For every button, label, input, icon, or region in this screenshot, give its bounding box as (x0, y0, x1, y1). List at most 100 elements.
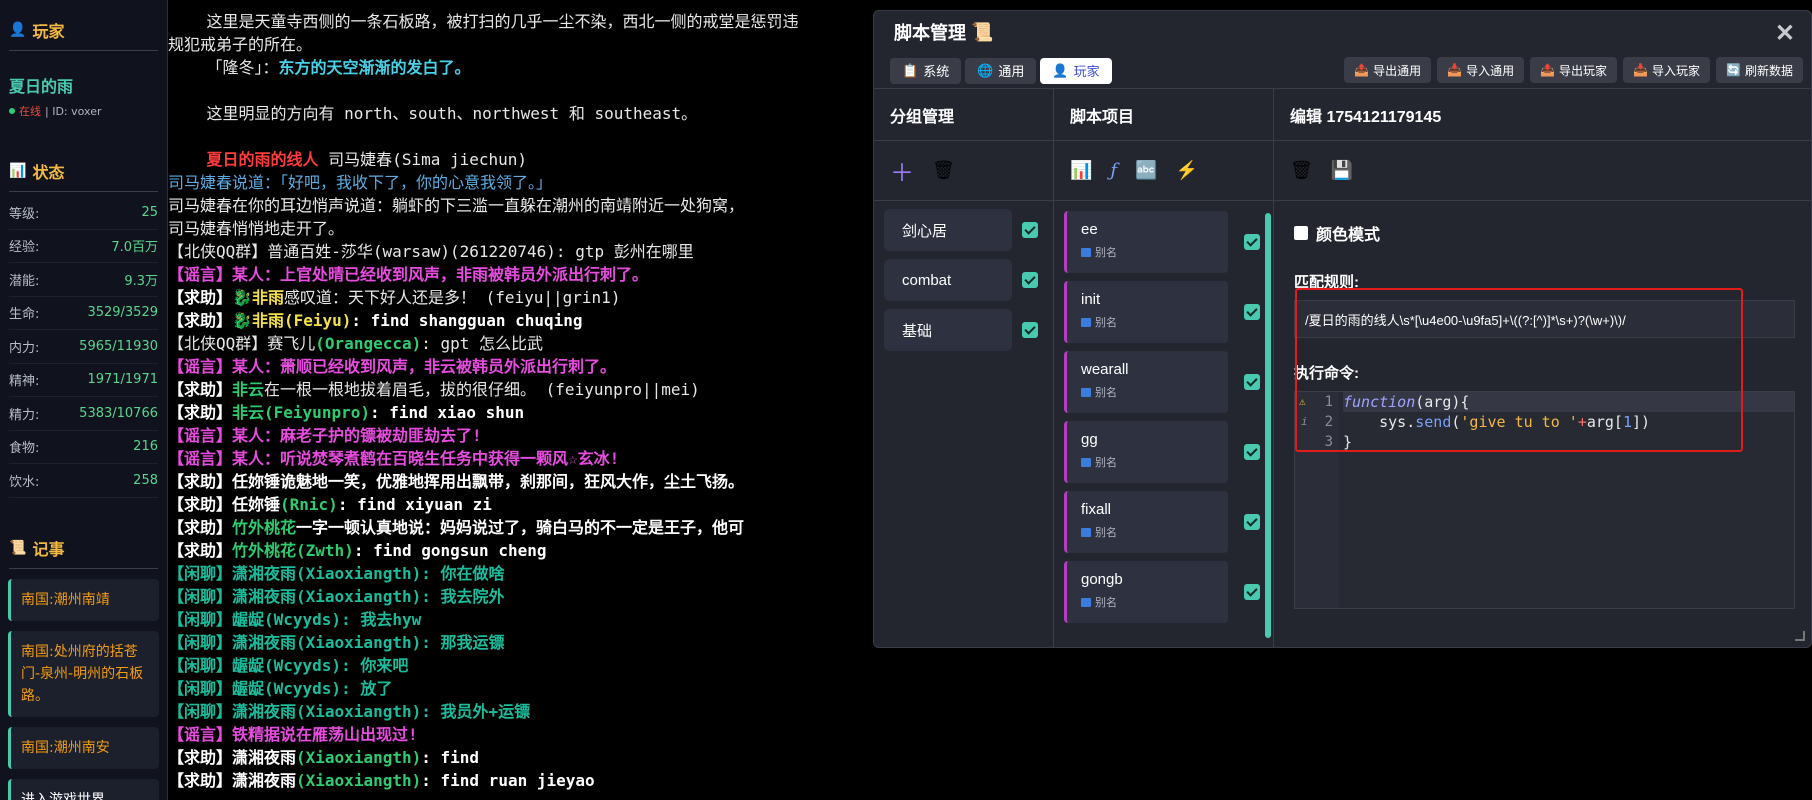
note-item[interactable]: 南国:潮州南安 (8, 726, 159, 769)
resize-handle-icon[interactable] (1795, 631, 1805, 641)
tab-player[interactable]: 👤 玩家 (1040, 57, 1112, 84)
group-checkbox[interactable] (1022, 222, 1038, 238)
terminal-text: (Xiaoxiangth) (296, 771, 422, 790)
refresh-icon: 🔄 (1726, 63, 1741, 77)
script-item-alias: 别名 (1081, 454, 1214, 470)
note-item[interactable]: 进入游戏世界 (8, 778, 159, 800)
checkbox[interactable] (1294, 226, 1308, 240)
import-common-button[interactable]: 📥 导入通用 (1437, 57, 1525, 83)
info-icon: i (1301, 415, 1308, 428)
script-checkbox[interactable] (1244, 234, 1260, 250)
script-item-name: fixall (1081, 501, 1112, 518)
code-line: function(arg){ (1343, 392, 1794, 412)
stat-label: 生命: (9, 307, 40, 323)
script-item-row: ee 别名 (1064, 211, 1273, 273)
player-section-title: 👤 玩家 (9, 0, 158, 51)
terminal-text: 这里是天童寺西侧的一条石板路，被打扫的几乎一尘不染，西北一侧的戒堂是惩罚违 (168, 12, 799, 31)
script-item-name: gongb (1081, 571, 1123, 588)
line-number: i2 (1301, 414, 1333, 430)
script-item[interactable]: gg 别名 (1064, 421, 1228, 483)
group-checkbox[interactable] (1022, 322, 1038, 338)
user-icon: 👤 (1052, 62, 1069, 78)
rule-input[interactable]: /夏日的雨的线人\s*[\u4e00-\u9fa5]+\((?:[^)]*\s+… (1294, 300, 1795, 338)
group-tools: ＋ 🗑 (874, 141, 1053, 201)
code-operator: + (1577, 413, 1587, 431)
script-item[interactable]: ee 别名 (1064, 211, 1228, 273)
terminal-text: 【求助】 (168, 541, 233, 560)
terminal-text: 【求助】 (168, 380, 233, 399)
script-checkbox[interactable] (1244, 304, 1260, 320)
note-item[interactable]: 南国:潮州南靖 (8, 578, 159, 621)
script-checkbox[interactable] (1244, 444, 1260, 460)
group-checkbox[interactable] (1022, 272, 1038, 288)
editor-tools: 🗑 💾 (1274, 141, 1811, 201)
terminal-text: 【谣言】某人：上官处晴已经收到风声，非雨被韩员外派出行刺了。 (168, 265, 649, 284)
stat-row: 饮水: 258 (9, 464, 158, 498)
color-mode-checkbox[interactable]: 颜色模式 (1294, 221, 1811, 245)
export-player-button[interactable]: 📤 导出玩家 (1530, 57, 1618, 83)
import-player-button[interactable]: 📥 导入玩家 (1623, 57, 1711, 83)
group-row: combat (884, 259, 1053, 301)
close-icon[interactable]: ✕ (1775, 19, 1795, 48)
terminal-text: 【谣言】铁精据说在雁荡山出现过! (168, 725, 418, 744)
stat-value: 258 (133, 472, 158, 488)
code-line: sys.send('give tu to '+arg[1]) (1343, 412, 1794, 432)
refresh-data-button[interactable]: 🔄 刷新数据 (1716, 57, 1803, 83)
tab-system[interactable]: 📋 系统 (890, 57, 962, 84)
terminal-line: 【闲聊】龌龊(Wcyyds): 你来吧 (168, 654, 1812, 677)
group-list: 剑心居 combat 基础 (874, 209, 1053, 351)
script-item-name: wearall (1081, 361, 1129, 378)
terminal-text: 【谣言】某人：萧顺已经收到风声，非云被韩员外派出行刺了。 (168, 357, 617, 376)
scrollbar[interactable] (1265, 213, 1271, 638)
alias-label: 别名 (1095, 527, 1117, 539)
group-button[interactable]: combat (884, 259, 1012, 301)
terminal-text: 竹外桃花 (232, 518, 297, 537)
terminal-text: 【求助】潇湘夜雨 (168, 748, 297, 767)
group-button[interactable]: 剑心居 (884, 209, 1012, 251)
save-icon[interactable]: 💾 (1331, 160, 1353, 181)
script-checkbox[interactable] (1244, 514, 1260, 530)
scroll-icon: 📜 (9, 539, 27, 556)
code-content[interactable]: function(arg){ sys.send('give tu to '+ar… (1343, 392, 1794, 452)
script-item-row: gg 别名 (1064, 421, 1273, 483)
script-item[interactable]: wearall 别名 (1064, 351, 1228, 413)
tab-common[interactable]: 🌐 通用 (965, 57, 1037, 84)
script-item-row: wearall 别名 (1064, 351, 1273, 413)
script-item[interactable]: init 别名 (1064, 281, 1228, 343)
import-icon: 📥 (1633, 63, 1649, 77)
terminal-text: 这里明显的方向有 north、south、northwest 和 southea… (168, 104, 698, 123)
terminal-text: : find (421, 748, 480, 767)
terminal-line: 【闲聊】潇湘夜雨(Xiaoxiangth): 我员外+运镖 (168, 700, 1812, 723)
line-gutter: ⚠ 1 i2 3 (1295, 392, 1339, 608)
code-text: arg[ (1586, 413, 1623, 431)
stat-value: 25 (141, 204, 158, 220)
script-item-alias: 别名 (1081, 244, 1214, 260)
script-item[interactable]: fixall 别名 (1064, 491, 1228, 553)
abc-icon (1081, 387, 1091, 397)
panel-title: 脚本管理 (894, 23, 966, 43)
lightning-icon[interactable]: ⚡ (1176, 160, 1198, 181)
trash-icon[interactable]: 🗑 (932, 160, 955, 181)
terminal-text: 感叹道：天下好人还是多！ (feiyu||grin1) (283, 288, 621, 307)
script-checkbox[interactable] (1244, 374, 1260, 390)
add-group-icon[interactable]: ＋ (890, 153, 914, 188)
code-editor[interactable]: ⚠ 1 i2 3 function(arg){ sys.send('give tu… (1294, 391, 1795, 609)
stat-row: 精力: 5383/10766 (9, 397, 158, 431)
script-checkbox[interactable] (1244, 584, 1260, 600)
terminal-line: 【谣言】铁精据说在雁荡山出现过! (168, 723, 1812, 746)
export-common-button[interactable]: 📤 导出通用 (1344, 57, 1432, 83)
terminal-text: 【闲聊】潇湘夜雨(Xiaoxiangth): 我去院外 (168, 587, 505, 606)
terminal-text: 在一根一根地拔着眉毛，拔的很仔细。 (feiyunpro||mei) (264, 380, 700, 399)
script-item[interactable]: gongb 别名 (1064, 561, 1228, 623)
abc-icon[interactable]: 🔤 (1135, 160, 1157, 181)
terminal-text: 【闲聊】龌龊(Wcyyds): 你来吧 (168, 656, 409, 675)
function-icon[interactable]: ƒ (1110, 160, 1117, 181)
script-item-alias: 别名 (1081, 524, 1214, 540)
note-item[interactable]: 南国:处州府的括苍门-泉州-明州的石板路。 (8, 630, 159, 717)
code-function: send (1415, 413, 1452, 431)
terminal-text: 竹外桃花(Zwth) (232, 541, 354, 560)
terminal-text: 规犯戒弟子的所在。 (168, 35, 313, 54)
group-button[interactable]: 基础 (884, 309, 1012, 351)
trash-icon[interactable]: 🗑 (1290, 160, 1313, 181)
chart-icon[interactable]: 📊 (1070, 160, 1092, 181)
